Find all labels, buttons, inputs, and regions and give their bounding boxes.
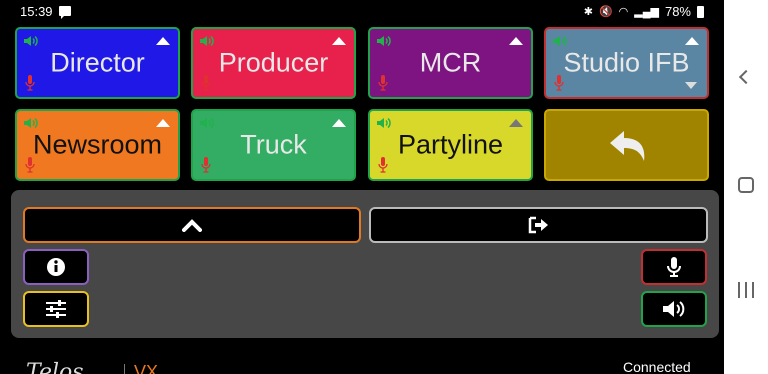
navigation-bar: [724, 0, 768, 374]
message-icon: [59, 6, 71, 19]
triangle-up-icon: [156, 119, 170, 127]
control-panel: [11, 190, 719, 338]
key-label: Director: [50, 47, 145, 78]
clock: 15:39: [20, 4, 53, 19]
speaker-button[interactable]: [641, 291, 707, 327]
speaker-icon: [200, 35, 214, 47]
product-name: VX: [134, 362, 159, 374]
status-icons: ✱ 🔇 ◠ ▂▄▆ 78%: [584, 4, 704, 19]
speaker-icon: [377, 35, 391, 47]
wifi-icon: ◠: [618, 6, 629, 18]
bluetooth-icon: ✱: [583, 6, 593, 18]
battery-icon: [697, 5, 704, 18]
sign-out-icon: [528, 216, 548, 234]
sliders-icon: [46, 300, 66, 318]
talk-key-producer[interactable]: Producer: [191, 27, 356, 99]
talk-key-studio-ifb[interactable]: Studio IFB: [544, 27, 709, 99]
footer-divider: [124, 364, 125, 374]
speaker-icon: [24, 117, 38, 129]
back-arrow-icon: [610, 131, 645, 161]
key-label: Truck: [240, 129, 307, 160]
key-label: MCR: [419, 47, 482, 78]
triangle-up-icon: [509, 37, 523, 45]
speaker-icon: [200, 117, 214, 129]
expand-button[interactable]: [23, 207, 361, 243]
settings-button[interactable]: [23, 291, 89, 327]
triangle-down-icon: [685, 82, 697, 89]
key-label: Studio IFB: [563, 47, 690, 78]
triangle-up-icon: [156, 37, 170, 45]
microphone-button[interactable]: [641, 249, 707, 285]
talk-key-newsroom[interactable]: Newsroom: [15, 109, 180, 181]
speaker-icon: [663, 301, 685, 317]
microphone-icon: [667, 257, 681, 277]
home-icon[interactable]: [738, 177, 754, 193]
recent-apps-icon[interactable]: [738, 282, 754, 298]
connection-status: Connected: [623, 359, 691, 374]
talk-key-director[interactable]: Director: [15, 27, 180, 99]
key-label: Newsroom: [32, 129, 163, 160]
triangle-up-icon: [509, 119, 523, 127]
mute-icon: 🔇: [598, 6, 613, 18]
talk-key-truck[interactable]: Truck: [191, 109, 356, 181]
triangle-up-icon: [685, 37, 699, 45]
triangle-up-icon: [332, 119, 346, 127]
talk-key-mcr[interactable]: MCR: [368, 27, 533, 99]
signal-icon: ▂▄▆: [634, 6, 659, 18]
status-bar: 15:39 ✱ 🔇 ◠ ▂▄▆ 78%: [0, 0, 724, 24]
back-icon[interactable]: [738, 69, 754, 85]
key-label: Producer: [218, 47, 329, 78]
speaker-icon: [24, 35, 38, 47]
brand-logo: Telos: [26, 360, 84, 374]
info-icon: [47, 258, 65, 276]
exit-button[interactable]: [369, 207, 708, 243]
talk-key-partyline[interactable]: Partyline: [368, 109, 533, 181]
back-key[interactable]: [544, 109, 709, 181]
chevron-up-icon: [182, 219, 202, 232]
triangle-up-icon: [332, 37, 346, 45]
key-label: Partyline: [397, 129, 504, 160]
battery-percent: 78%: [664, 4, 691, 19]
speaker-icon: [553, 35, 567, 47]
info-button[interactable]: [23, 249, 89, 285]
speaker-icon: [377, 117, 391, 129]
